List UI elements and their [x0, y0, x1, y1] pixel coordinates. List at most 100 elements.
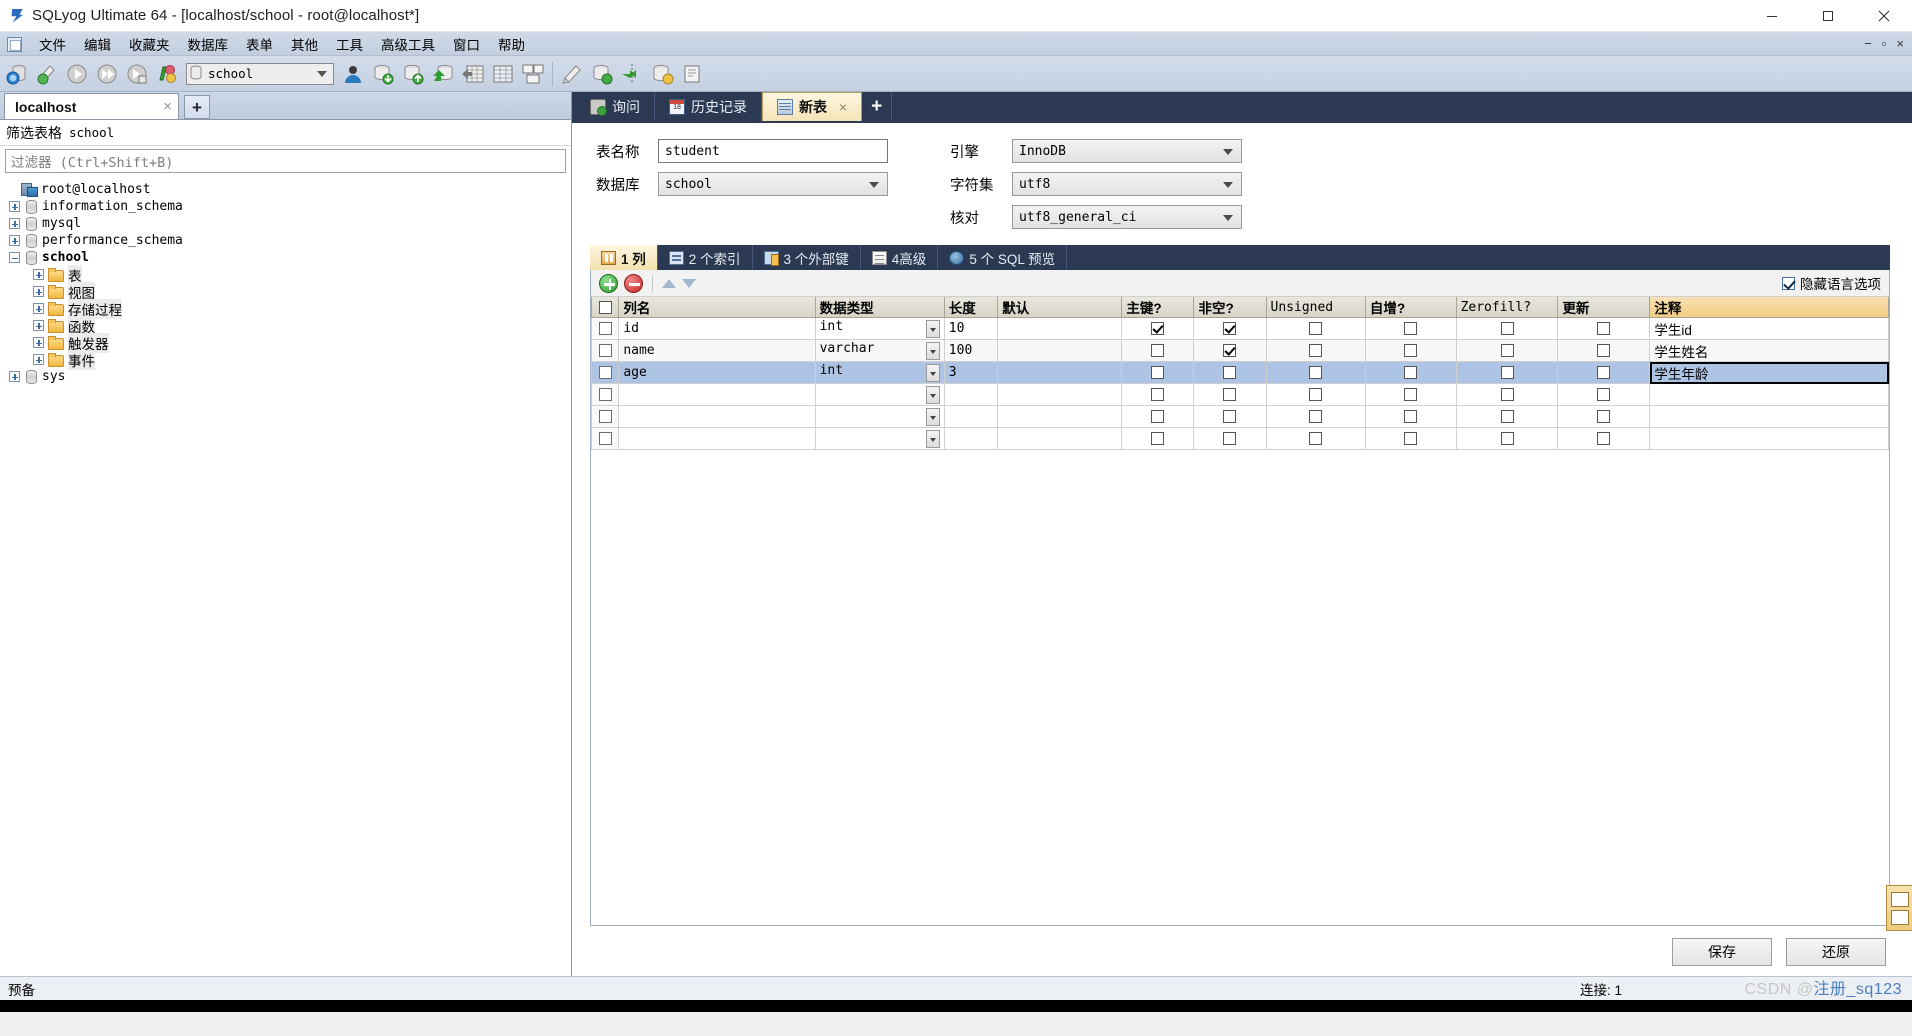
checkbox-icon[interactable] [1500, 432, 1514, 445]
cell-not-null[interactable] [1193, 427, 1267, 450]
table-row[interactable]: age int 3 学生年龄 [590, 361, 1889, 384]
tree-node-sys[interactable]: sys [0, 368, 571, 385]
checkbox-icon[interactable] [1223, 410, 1237, 423]
cell-unsigned[interactable] [1265, 339, 1366, 362]
checkbox-icon[interactable] [598, 344, 612, 357]
menu-item-other[interactable]: 其他 [282, 32, 327, 56]
cell-primary-key[interactable] [1121, 361, 1195, 384]
cell-comment[interactable]: 学生id [1649, 317, 1889, 340]
tree-node-information-schema[interactable]: information_schema [0, 198, 571, 215]
checkbox-icon[interactable] [1309, 410, 1323, 423]
cell-comment[interactable] [1649, 405, 1889, 428]
tree-node-functions[interactable]: 函数 [0, 315, 571, 336]
tree-node-root[interactable]: root@localhost [0, 181, 571, 198]
tree-node-triggers[interactable]: 触发器 [0, 332, 571, 353]
expand-icon[interactable] [9, 371, 20, 382]
row-selector[interactable] [590, 339, 620, 362]
table-row[interactable] [590, 427, 1889, 450]
cell-comment[interactable]: 学生年龄 [1649, 361, 1889, 384]
database-select[interactable]: school [658, 172, 888, 196]
cell-datatype[interactable] [814, 405, 945, 428]
revert-button[interactable]: 还原 [1786, 938, 1886, 966]
subtab-advanced[interactable]: 4高级 [861, 245, 939, 270]
menu-item-edit[interactable]: 编辑 [75, 32, 120, 56]
notification-icon[interactable] [677, 58, 707, 90]
checkbox-icon[interactable] [1309, 432, 1323, 445]
col-header-name[interactable]: 列名 [618, 297, 816, 318]
close-button[interactable] [1856, 0, 1912, 32]
cell-default[interactable] [997, 317, 1123, 340]
expand-icon[interactable] [9, 218, 20, 229]
cell-zerofill[interactable] [1455, 361, 1559, 384]
checkbox-icon[interactable] [598, 366, 612, 379]
chevron-down-icon[interactable] [925, 364, 940, 382]
cell-column-name[interactable]: id [618, 317, 816, 340]
move-up-icon[interactable] [662, 278, 676, 288]
cell-zerofill[interactable] [1455, 339, 1559, 362]
checkbox-icon[interactable] [1309, 366, 1323, 379]
refresh-icon[interactable] [32, 58, 62, 90]
db-arrow-icon[interactable] [428, 58, 458, 90]
cell-column-name[interactable] [618, 405, 816, 428]
cell-zerofill[interactable] [1455, 317, 1559, 340]
checkbox-icon[interactable] [1223, 432, 1237, 445]
checkbox-icon[interactable] [1500, 410, 1514, 423]
execute-all-icon[interactable] [92, 58, 122, 90]
tree-node-school[interactable]: school [0, 249, 571, 266]
expand-icon[interactable] [33, 286, 44, 297]
db-export-icon[interactable] [368, 58, 398, 90]
tree-node-events[interactable]: 事件 [0, 349, 571, 370]
cell-auto-increment[interactable] [1364, 317, 1457, 340]
table-row[interactable]: name varchar 100 学生姓名 [590, 339, 1889, 362]
cell-zerofill[interactable] [1455, 427, 1559, 450]
connect-db-icon[interactable] [2, 58, 32, 90]
row-selector[interactable] [590, 317, 620, 340]
cell-column-name[interactable]: age [618, 361, 816, 384]
checkbox-icon[interactable] [1223, 322, 1237, 335]
cell-primary-key[interactable] [1121, 405, 1195, 428]
stop-icon[interactable] [152, 58, 182, 90]
table-row[interactable] [590, 383, 1889, 406]
tab-history[interactable]: 历史记录 [655, 92, 762, 121]
checkbox-icon[interactable] [1597, 344, 1611, 357]
cell-length[interactable]: 10 [943, 317, 999, 340]
row-selector[interactable] [590, 361, 620, 384]
table-row[interactable]: id int 10 学生id [590, 317, 1889, 340]
doc-minimize-button[interactable]: − [1860, 36, 1876, 51]
db-sync-icon[interactable] [587, 58, 617, 90]
cell-column-name[interactable] [618, 427, 816, 450]
add-row-icon[interactable] [599, 273, 618, 293]
checkbox-icon[interactable] [1151, 366, 1165, 379]
cell-auto-increment[interactable] [1364, 427, 1457, 450]
menu-item-help[interactable]: 帮助 [489, 32, 534, 56]
query-builder-icon[interactable] [557, 58, 587, 90]
row-selector[interactable] [590, 427, 620, 450]
checkbox-icon[interactable] [1223, 344, 1237, 357]
cell-update[interactable] [1557, 383, 1651, 406]
cell-primary-key[interactable] [1121, 317, 1195, 340]
menu-item-file[interactable]: 文件 [30, 32, 75, 56]
floating-panel-handle[interactable] [1886, 885, 1912, 931]
scheduler-icon[interactable] [647, 58, 677, 90]
cell-datatype[interactable]: int [814, 361, 945, 384]
add-connection-button[interactable]: + [184, 95, 210, 119]
cell-auto-increment[interactable] [1364, 361, 1457, 384]
tree-node-stored-procedures[interactable]: 存储过程 [0, 298, 571, 319]
cell-default[interactable] [997, 361, 1123, 384]
expand-icon[interactable] [33, 354, 44, 365]
checkbox-icon[interactable] [1151, 388, 1165, 401]
checkbox-icon[interactable] [1151, 322, 1165, 335]
execute-current-icon[interactable] [122, 58, 152, 90]
chevron-down-icon[interactable] [925, 430, 940, 448]
checkbox-icon[interactable] [1500, 322, 1514, 335]
cell-default[interactable] [997, 405, 1123, 428]
col-header-primary-key[interactable]: 主键? [1121, 297, 1195, 318]
execute-icon[interactable] [62, 58, 92, 90]
checkbox-icon[interactable] [1500, 366, 1514, 379]
checkbox-icon[interactable] [1151, 344, 1165, 357]
col-header-auto-increment[interactable]: 自增? [1364, 297, 1457, 318]
charset-select[interactable]: utf8 [1012, 172, 1242, 196]
tree-node-mysql[interactable]: mysql [0, 215, 571, 232]
checkbox-icon[interactable] [1404, 410, 1418, 423]
document-system-icon[interactable] [4, 35, 24, 53]
